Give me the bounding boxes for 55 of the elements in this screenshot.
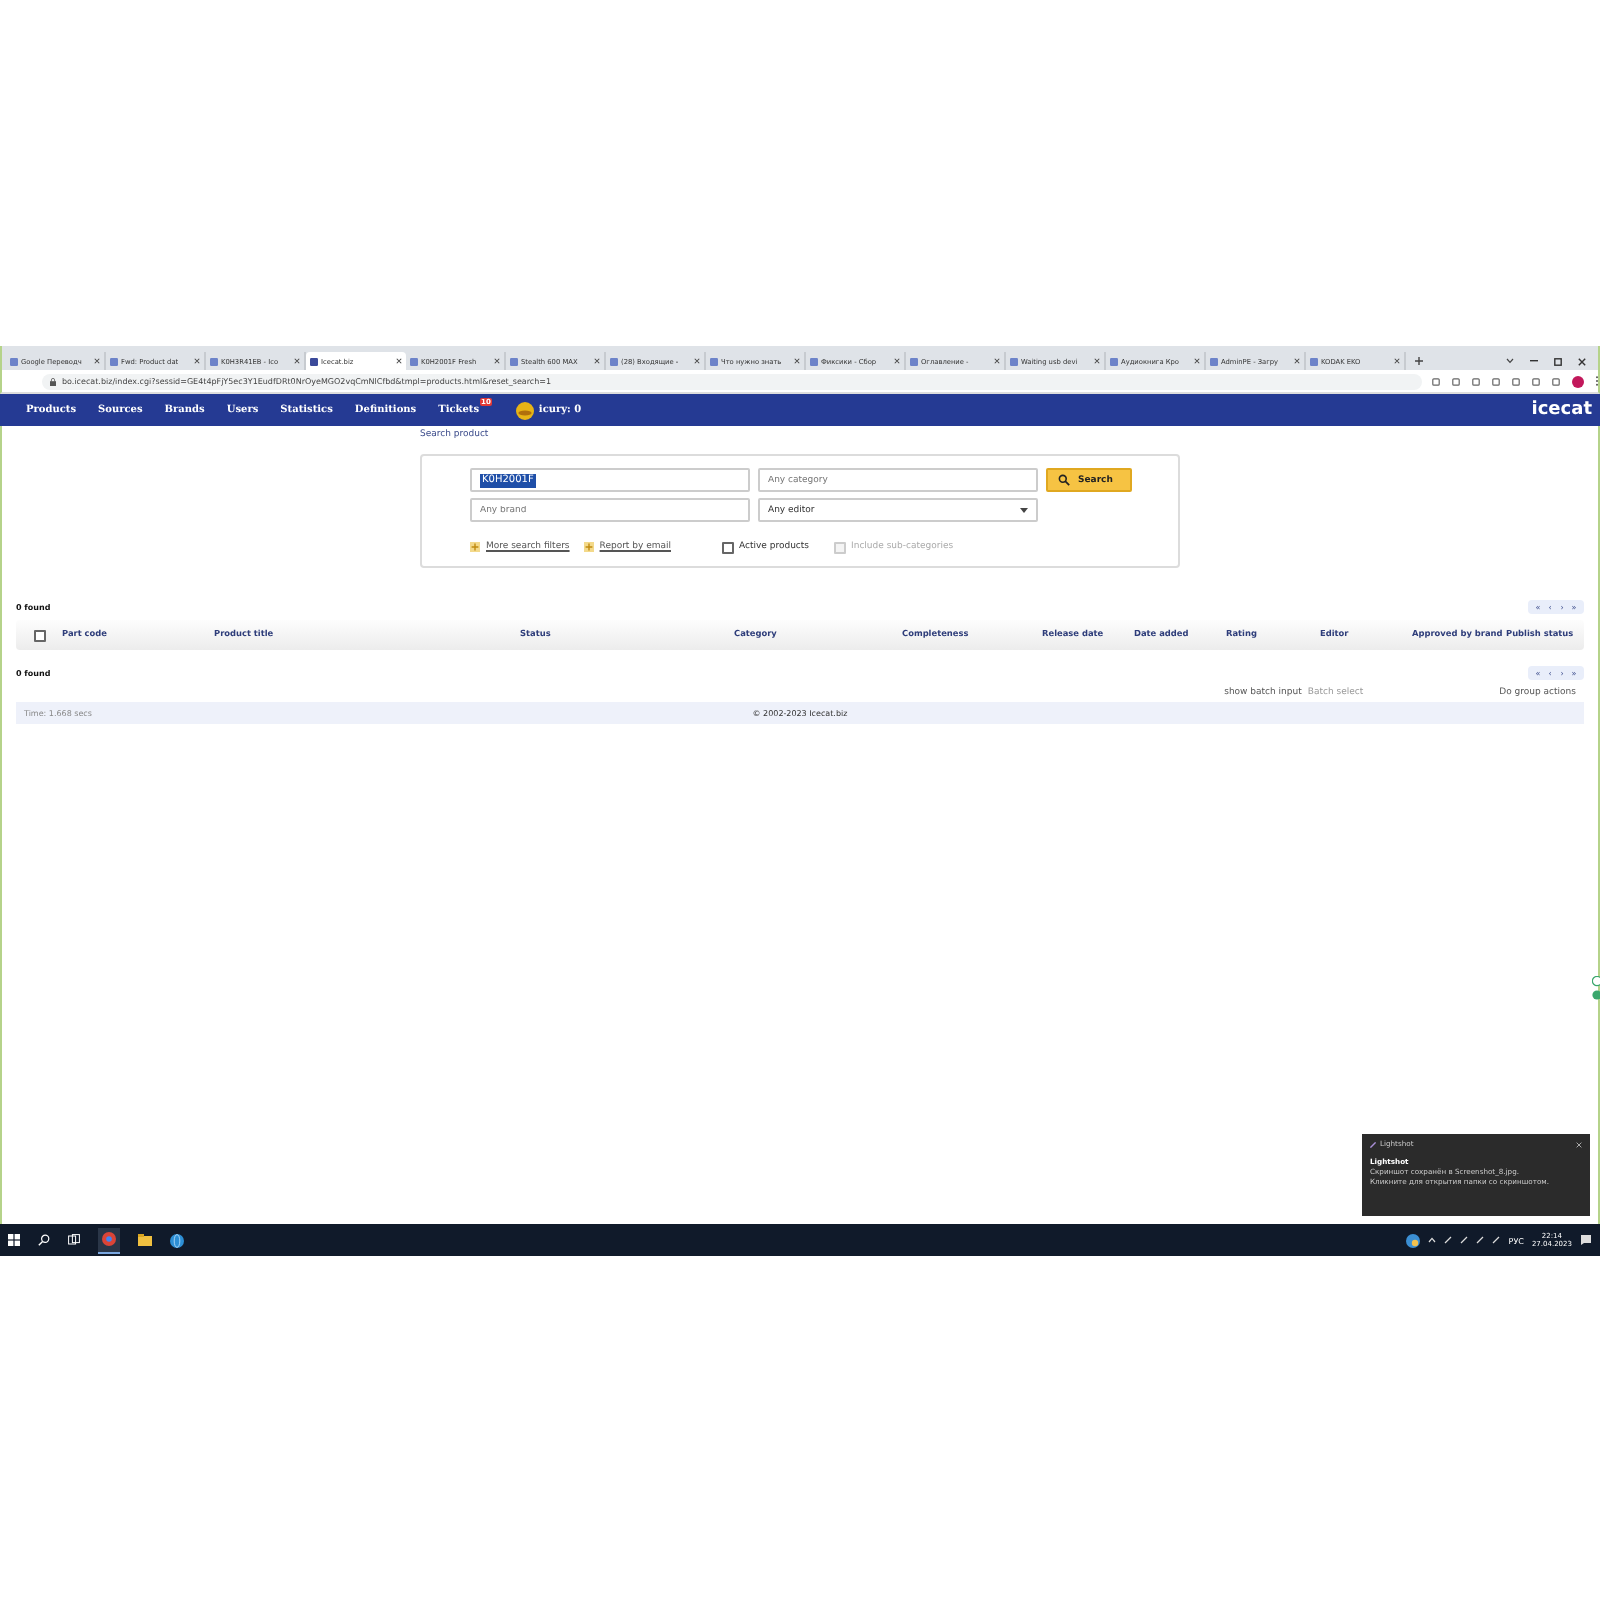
notification-icon[interactable] bbox=[1580, 1234, 1592, 1246]
search-icon[interactable] bbox=[38, 1234, 50, 1246]
page-icon bbox=[110, 357, 118, 365]
page-icon bbox=[810, 357, 818, 365]
close-icon[interactable] bbox=[994, 358, 1000, 364]
close-icon[interactable] bbox=[194, 358, 200, 364]
page-icon bbox=[410, 357, 418, 365]
globe-icon[interactable] bbox=[1406, 1233, 1421, 1247]
close-icon[interactable] bbox=[1578, 357, 1586, 365]
page-icon bbox=[210, 357, 218, 365]
page-icon bbox=[710, 357, 718, 365]
chevron-up-icon[interactable] bbox=[1428, 1236, 1437, 1244]
chevron-down-icon[interactable] bbox=[1506, 358, 1514, 364]
start-icon[interactable] bbox=[8, 1234, 20, 1246]
page-icon bbox=[1310, 357, 1318, 365]
browser-icon[interactable] bbox=[102, 1231, 116, 1245]
page-icon bbox=[1110, 357, 1118, 365]
side-widget-icon[interactable] bbox=[1592, 976, 1600, 1002]
plus-icon bbox=[470, 542, 480, 553]
minimize-icon[interactable] bbox=[1530, 360, 1538, 362]
select-all-checkbox[interactable] bbox=[34, 629, 46, 641]
close-icon[interactable] bbox=[894, 358, 900, 364]
folder-icon[interactable] bbox=[138, 1234, 152, 1246]
avatar-icon[interactable] bbox=[1572, 375, 1584, 387]
feather-icon bbox=[1370, 1141, 1376, 1147]
new-tab-icon[interactable] bbox=[1414, 356, 1424, 366]
close-icon[interactable] bbox=[1194, 358, 1200, 364]
close-icon[interactable] bbox=[294, 358, 300, 364]
checkbox[interactable] bbox=[721, 541, 733, 554]
globe-icon[interactable] bbox=[170, 1233, 184, 1247]
close-icon[interactable] bbox=[94, 358, 100, 364]
page-icon bbox=[910, 357, 918, 365]
caret-icon bbox=[1020, 507, 1028, 514]
lock-icon[interactable] bbox=[50, 377, 56, 385]
task-view-icon[interactable] bbox=[68, 1234, 80, 1246]
logo[interactable]: icecat bbox=[1531, 400, 1592, 420]
close-icon[interactable] bbox=[1576, 1141, 1582, 1147]
coin-icon bbox=[516, 401, 535, 419]
page-icon bbox=[1010, 357, 1018, 365]
page-icon bbox=[310, 357, 318, 365]
search-icon bbox=[1058, 474, 1070, 486]
page-icon bbox=[510, 357, 518, 365]
page-icon bbox=[10, 357, 18, 365]
close-icon[interactable] bbox=[694, 358, 700, 364]
plus-icon bbox=[583, 542, 594, 553]
close-icon[interactable] bbox=[396, 358, 402, 364]
close-icon[interactable] bbox=[494, 358, 500, 364]
close-icon[interactable] bbox=[594, 358, 600, 364]
close-icon[interactable] bbox=[1294, 358, 1300, 364]
page-icon bbox=[1210, 357, 1218, 365]
close-icon[interactable] bbox=[794, 358, 800, 364]
close-icon[interactable] bbox=[1094, 358, 1100, 364]
close-icon[interactable] bbox=[1394, 358, 1400, 364]
page-icon bbox=[610, 357, 618, 365]
maximize-icon[interactable] bbox=[1554, 357, 1562, 365]
